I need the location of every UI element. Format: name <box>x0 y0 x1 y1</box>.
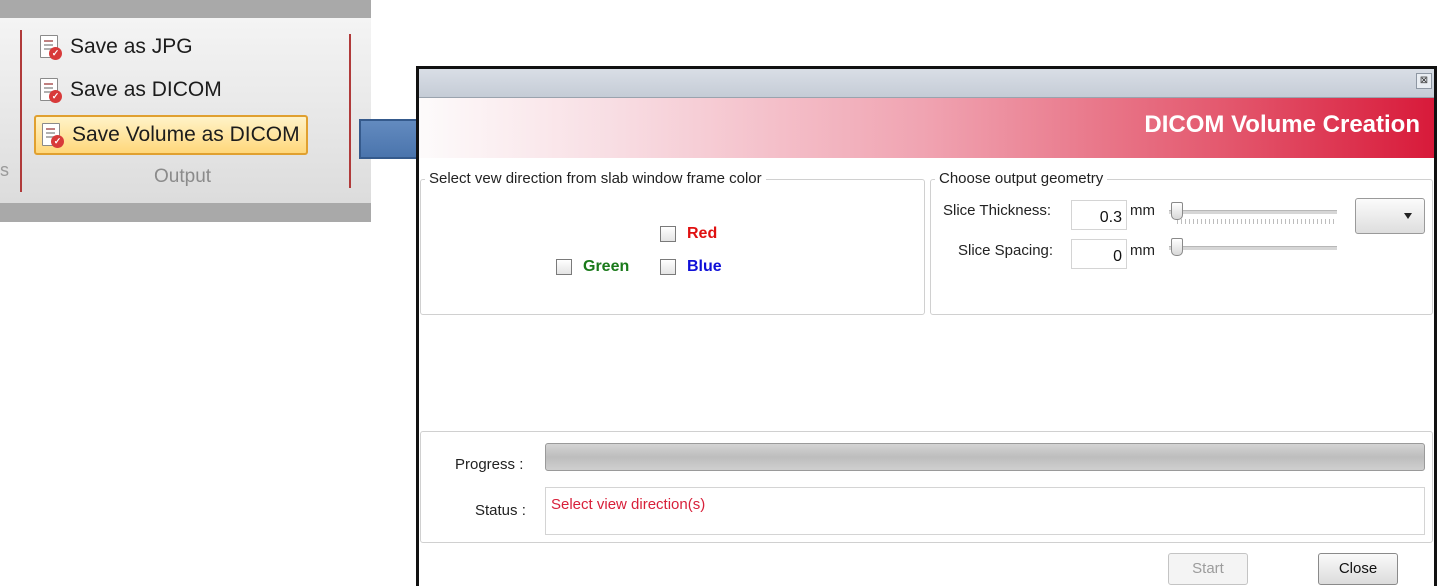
checkbox-box <box>556 259 572 275</box>
ribbon-group-label: Output <box>154 166 212 187</box>
status-field: Select view direction(s) <box>545 487 1425 535</box>
slice-spacing-slider[interactable] <box>1171 238 1183 256</box>
ribbon-separator-left <box>20 30 22 192</box>
red-label: Red <box>687 225 718 242</box>
slice-spacing-unit: mm <box>1130 242 1155 259</box>
save-as-jpg-button[interactable]: ✓ Save as JPG <box>38 29 193 65</box>
slice-thickness-input[interactable]: 0.3 <box>1071 200 1127 230</box>
red-checkbox[interactable]: Red <box>660 225 717 243</box>
ribbon-edge-text: s <box>0 160 9 180</box>
ribbon-separator-right <box>349 34 351 188</box>
slice-spacing-label: Slice Spacing: <box>958 242 1054 259</box>
progress-status-group: Progress : Status : Select view directio… <box>420 431 1433 543</box>
close-icon[interactable]: ⊠ <box>1416 73 1432 89</box>
slice-thickness-slider[interactable] <box>1171 202 1183 220</box>
progress-bar <box>545 443 1425 471</box>
status-label: Status : <box>475 502 526 519</box>
checkbox-box <box>660 259 676 275</box>
geometry-dropdown[interactable] <box>1355 198 1425 234</box>
save-as-jpg-label: Save as JPG <box>70 35 193 58</box>
slice-spacing-slider-track <box>1169 246 1337 250</box>
close-button[interactable]: Close <box>1318 553 1398 585</box>
slice-thickness-slider-track <box>1169 210 1337 214</box>
dicom-volume-dialog: ⊠ DICOM Volume Creation Select vew direc… <box>416 66 1437 586</box>
dialog-header: DICOM Volume Creation <box>419 98 1434 158</box>
dialog-titlebar: ⊠ <box>419 69 1434 98</box>
ribbon-top-bar <box>0 0 371 18</box>
save-document-icon: ✓ <box>38 77 62 103</box>
green-checkbox[interactable]: Green <box>556 258 629 276</box>
blue-checkbox[interactable]: Blue <box>660 258 722 276</box>
save-document-icon: ✓ <box>40 122 64 148</box>
slice-thickness-slider-ticks <box>1177 219 1337 224</box>
view-direction-group: Select vew direction from slab window fr… <box>420 170 925 315</box>
ribbon-output-group: s ✓ Save as JPG ✓ Save as DICOM ✓ Save V… <box>0 0 371 222</box>
save-volume-as-dicom-button[interactable]: ✓ Save Volume as DICOM <box>34 115 308 155</box>
output-geometry-group: Choose output geometry Slice Thickness: … <box>930 170 1433 315</box>
start-button[interactable]: Start <box>1168 553 1248 585</box>
save-as-dicom-button[interactable]: ✓ Save as DICOM <box>38 72 222 108</box>
save-as-dicom-label: Save as DICOM <box>70 78 222 101</box>
ribbon-bottom-bar <box>0 203 371 222</box>
chevron-down-icon <box>1404 213 1412 219</box>
dialog-title: DICOM Volume Creation <box>1144 111 1420 138</box>
green-label: Green <box>583 258 630 275</box>
save-volume-as-dicom-label: Save Volume as DICOM <box>72 123 300 146</box>
slice-spacing-input[interactable]: 0 <box>1071 239 1127 269</box>
output-geometry-legend: Choose output geometry <box>935 170 1108 187</box>
save-document-icon: ✓ <box>38 34 62 60</box>
view-direction-legend: Select vew direction from slab window fr… <box>425 170 766 187</box>
checkbox-box <box>660 226 676 242</box>
slice-thickness-unit: mm <box>1130 202 1155 219</box>
progress-label: Progress : <box>455 456 524 473</box>
slice-thickness-label: Slice Thickness: <box>943 202 1052 219</box>
blue-label: Blue <box>687 258 722 275</box>
